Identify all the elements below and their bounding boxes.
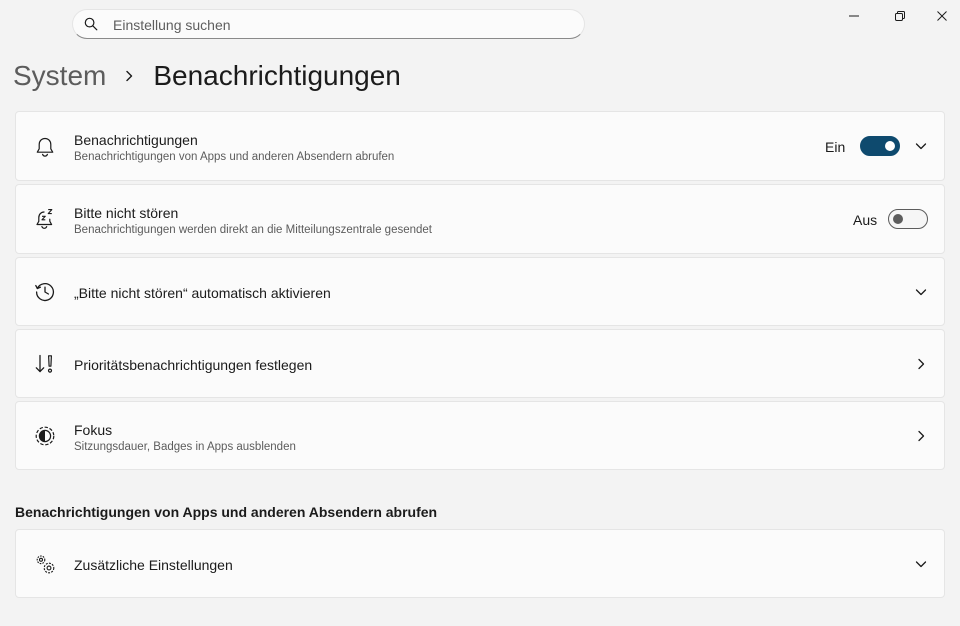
close-icon	[936, 11, 947, 21]
bell-snooze-icon	[36, 209, 53, 229]
additional-settings-card[interactable]: Zusätzliche Einstellungen	[15, 529, 945, 598]
do-not-disturb-state-label: Aus	[853, 212, 878, 228]
notifications-card[interactable]: Benachrichtigungen Benachrichtigungen vo…	[15, 111, 945, 181]
notifications-description: Benachrichtigungen von Apps und anderen …	[74, 151, 395, 163]
do-not-disturb-toggle[interactable]	[888, 209, 928, 229]
gears-icon	[36, 555, 55, 574]
chevron-down-icon[interactable]	[915, 286, 927, 298]
breadcrumb: System Benachrichtigungen	[13, 56, 401, 96]
focus-card[interactable]: Fokus Sitzungsdauer, Badges in Apps ausb…	[15, 401, 945, 470]
breadcrumb-system[interactable]: System	[13, 60, 106, 92]
bell-icon	[36, 137, 54, 157]
chevron-right-icon	[126, 70, 133, 82]
section-heading: Benachrichtigungen von Apps und anderen …	[15, 504, 438, 520]
clock-icon	[35, 283, 55, 302]
do-not-disturb-card[interactable]: Bitte nicht stören Benachrichtigungen we…	[15, 184, 945, 254]
search-icon	[84, 17, 98, 31]
auto-dnd-card[interactable]: „Bitte nicht stören“ automatisch aktivie…	[15, 257, 945, 326]
notifications-toggle[interactable]	[860, 136, 900, 156]
search-box[interactable]	[72, 9, 585, 39]
auto-dnd-title: „Bitte nicht stören“ automatisch aktivie…	[74, 285, 331, 301]
priority-notifications-title: Prioritätsbenachrichtigungen festlegen	[74, 357, 313, 373]
chevron-down-icon[interactable]	[915, 140, 927, 152]
focus-icon	[35, 426, 55, 446]
chevron-right-icon[interactable]	[915, 358, 927, 370]
chevron-right-icon[interactable]	[915, 430, 927, 442]
do-not-disturb-description: Benachrichtigungen werden direkt an die …	[74, 224, 433, 236]
priority-notifications-card[interactable]: Prioritätsbenachrichtigungen festlegen	[15, 329, 945, 398]
focus-description: Sitzungsdauer, Badges in Apps ausblenden	[74, 441, 296, 453]
restore-icon	[895, 11, 905, 21]
page-title: Benachrichtigungen	[153, 60, 401, 91]
priority-icon	[35, 354, 53, 373]
minimize-icon	[849, 15, 859, 17]
restore-button[interactable]	[877, 0, 923, 32]
close-button[interactable]	[923, 0, 960, 32]
minimize-button[interactable]	[831, 0, 877, 32]
notifications-title: Benachrichtigungen	[74, 132, 198, 148]
do-not-disturb-title: Bitte nicht stören	[74, 205, 179, 221]
additional-settings-title: Zusätzliche Einstellungen	[74, 557, 233, 573]
notifications-state-label: Ein	[825, 139, 846, 155]
chevron-down-icon[interactable]	[915, 558, 927, 570]
focus-title: Fokus	[74, 422, 113, 438]
search-input[interactable]	[111, 14, 575, 36]
